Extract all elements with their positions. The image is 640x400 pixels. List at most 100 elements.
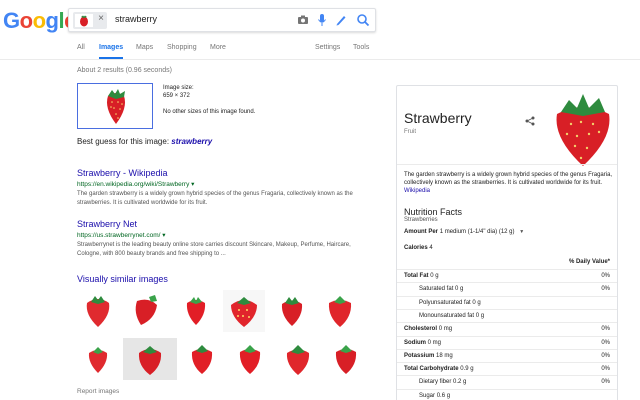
nutrient-daily-value: 0% bbox=[601, 286, 610, 293]
nutrient-amount: 0.2 g bbox=[453, 379, 467, 386]
header-bar: Google × strawberry bbox=[0, 0, 640, 60]
similar-image-thumbnail[interactable] bbox=[181, 338, 223, 380]
nutrition-row: Cholesterol 0 mg 0% bbox=[397, 322, 617, 335]
url-dropdown-icon[interactable]: ▾ bbox=[191, 181, 194, 188]
nutrient-amount: 0 mg bbox=[427, 339, 442, 346]
microphone-icon[interactable] bbox=[317, 13, 327, 27]
nutrient-daily-value: 0% bbox=[601, 352, 610, 359]
nutrition-facts-subtitle: Strawberries bbox=[404, 217, 438, 223]
similar-image-thumbnail[interactable] bbox=[277, 338, 319, 380]
nutrition-row: Sodium 0 mg 0% bbox=[397, 335, 617, 349]
nutrition-facts-title: Nutrition Facts bbox=[404, 207, 463, 217]
tools-link[interactable]: Tools bbox=[353, 44, 369, 51]
search-result: Strawberry Net https://us.strawberrynet.… bbox=[77, 219, 373, 259]
nutrient-name: Potassium bbox=[404, 352, 435, 359]
nutrient-label: Potassium 18 mg bbox=[404, 353, 453, 359]
search-box[interactable]: × strawberry bbox=[68, 8, 376, 32]
best-guess-prefix: Best guess for this image: bbox=[77, 137, 170, 146]
tab-shopping[interactable]: Shopping bbox=[167, 44, 197, 51]
kp-description-text: The garden strawberry is a widely grown … bbox=[404, 172, 613, 186]
serving-size-selector[interactable]: Amount Per 1 medium (1-1/4" dia) (12 g) … bbox=[404, 229, 524, 235]
search-query-text[interactable]: strawberry bbox=[115, 14, 157, 24]
nutrient-amount: 18 mg bbox=[436, 352, 453, 359]
image-size-value: 659 × 372 bbox=[163, 93, 190, 99]
result-snippet: Strawberrynet is the leading beauty onli… bbox=[77, 242, 351, 257]
similar-image-thumbnail[interactable] bbox=[319, 290, 361, 332]
kp-hero-image[interactable] bbox=[547, 86, 619, 168]
similar-images-grid bbox=[77, 290, 367, 382]
nutrient-name: Total Fat bbox=[404, 273, 429, 279]
tab-maps[interactable]: Maps bbox=[136, 44, 153, 51]
nutrient-name: Sodium bbox=[404, 339, 426, 346]
pen-icon[interactable] bbox=[334, 13, 348, 27]
tab-images[interactable]: Images bbox=[99, 44, 124, 59]
share-icon[interactable] bbox=[525, 116, 535, 126]
similar-image-thumbnail[interactable] bbox=[125, 290, 167, 332]
nutrition-row: Dietary fiber 0.2 g 0% bbox=[397, 375, 617, 388]
nutrition-row: Total Fat 0 g 0% bbox=[397, 269, 617, 282]
google-logo[interactable]: Google bbox=[3, 8, 76, 34]
nutrition-row: Potassium 18 mg 0% bbox=[397, 348, 617, 362]
nutrient-label: Total Carbohydrate 0.9 g bbox=[404, 366, 474, 372]
calories-row: Calories 4 bbox=[404, 245, 433, 251]
nutrient-amount: 0.9 g bbox=[460, 366, 474, 373]
nutrient-name: Monounsaturated fat bbox=[419, 312, 475, 319]
best-guess-link[interactable]: strawberry bbox=[171, 137, 212, 146]
result-url-text: https://us.strawberrynet.com/ bbox=[77, 232, 161, 239]
similar-image-thumbnail[interactable] bbox=[271, 290, 313, 332]
camera-icon[interactable] bbox=[297, 14, 309, 26]
tab-more[interactable]: More bbox=[210, 44, 226, 51]
logo-letter: o bbox=[19, 8, 33, 33]
result-snippet: The garden strawberry is a widely grown … bbox=[77, 191, 353, 206]
similar-image-thumbnail[interactable] bbox=[175, 290, 217, 332]
amount-label: Amount Per bbox=[404, 229, 439, 235]
tab-all[interactable]: All bbox=[77, 44, 85, 51]
nutrient-label: Sodium 0 mg bbox=[404, 340, 441, 346]
nutrient-label: Sugar 0.6 g bbox=[419, 393, 450, 399]
nutrient-label: Monounsaturated fat 0 g bbox=[419, 313, 484, 319]
logo-letter: o bbox=[32, 8, 46, 33]
search-icon[interactable] bbox=[356, 13, 370, 27]
similar-image-thumbnail[interactable] bbox=[229, 338, 271, 380]
calories-label: Calories bbox=[404, 245, 428, 251]
search-result: Strawberry - Wikipedia https://en.wikipe… bbox=[77, 168, 373, 208]
similar-image-thumbnail[interactable] bbox=[325, 338, 367, 380]
daily-value-header: % Daily Value* bbox=[568, 259, 610, 265]
nutrient-name: Saturated fat bbox=[419, 286, 454, 293]
kp-wikipedia-link[interactable]: Wikipedia bbox=[404, 188, 430, 194]
best-guess: Best guess for this image: strawberry bbox=[77, 137, 212, 146]
query-thumbnail bbox=[75, 14, 93, 27]
nutrient-daily-value: 0% bbox=[601, 339, 610, 346]
nutrient-name: Sugar bbox=[419, 392, 436, 399]
dropdown-icon[interactable]: ▼ bbox=[519, 229, 524, 235]
result-url[interactable]: https://us.strawberrynet.com/ ▾ bbox=[77, 231, 373, 239]
nutrient-daily-value: 0% bbox=[601, 273, 610, 279]
report-images-link[interactable]: Report images bbox=[77, 388, 119, 395]
similar-image-thumbnail[interactable] bbox=[223, 290, 265, 332]
logo-letter: G bbox=[3, 8, 20, 33]
result-title-link[interactable]: Strawberry - Wikipedia bbox=[77, 168, 373, 178]
url-dropdown-icon[interactable]: ▾ bbox=[162, 232, 165, 239]
nutrient-label: Polyunsaturated fat 0 g bbox=[419, 300, 481, 306]
nutrient-label: Saturated fat 0 g bbox=[419, 286, 463, 292]
visually-similar-heading[interactable]: Visually similar images bbox=[77, 274, 168, 284]
chip-close-icon[interactable]: × bbox=[98, 13, 104, 24]
similar-image-thumbnail[interactable] bbox=[123, 338, 177, 380]
nutrient-daily-value: 0% bbox=[601, 379, 610, 386]
similar-image-thumbnail[interactable] bbox=[77, 338, 119, 380]
nutrition-row: Sugar 0.6 g bbox=[397, 388, 617, 400]
query-image-chip[interactable]: × bbox=[73, 12, 107, 29]
nutrient-name: Polyunsaturated fat bbox=[419, 299, 471, 306]
nutrition-row: Total Carbohydrate 0.9 g 0% bbox=[397, 362, 617, 375]
nutrient-daily-value: 0% bbox=[601, 366, 610, 373]
nutrient-amount: 0 g bbox=[455, 286, 464, 293]
settings-link[interactable]: Settings bbox=[315, 44, 340, 51]
similar-image-thumbnail[interactable] bbox=[77, 290, 119, 332]
nutrient-amount: 0 g bbox=[430, 273, 439, 279]
kp-title: Strawberry bbox=[404, 110, 472, 126]
kp-divider bbox=[397, 164, 617, 165]
result-url[interactable]: https://en.wikipedia.org/wiki/Strawberry… bbox=[77, 180, 373, 188]
nutrient-amount: 0 g bbox=[472, 299, 481, 306]
query-image[interactable] bbox=[77, 83, 153, 129]
result-title-link[interactable]: Strawberry Net bbox=[77, 219, 373, 229]
